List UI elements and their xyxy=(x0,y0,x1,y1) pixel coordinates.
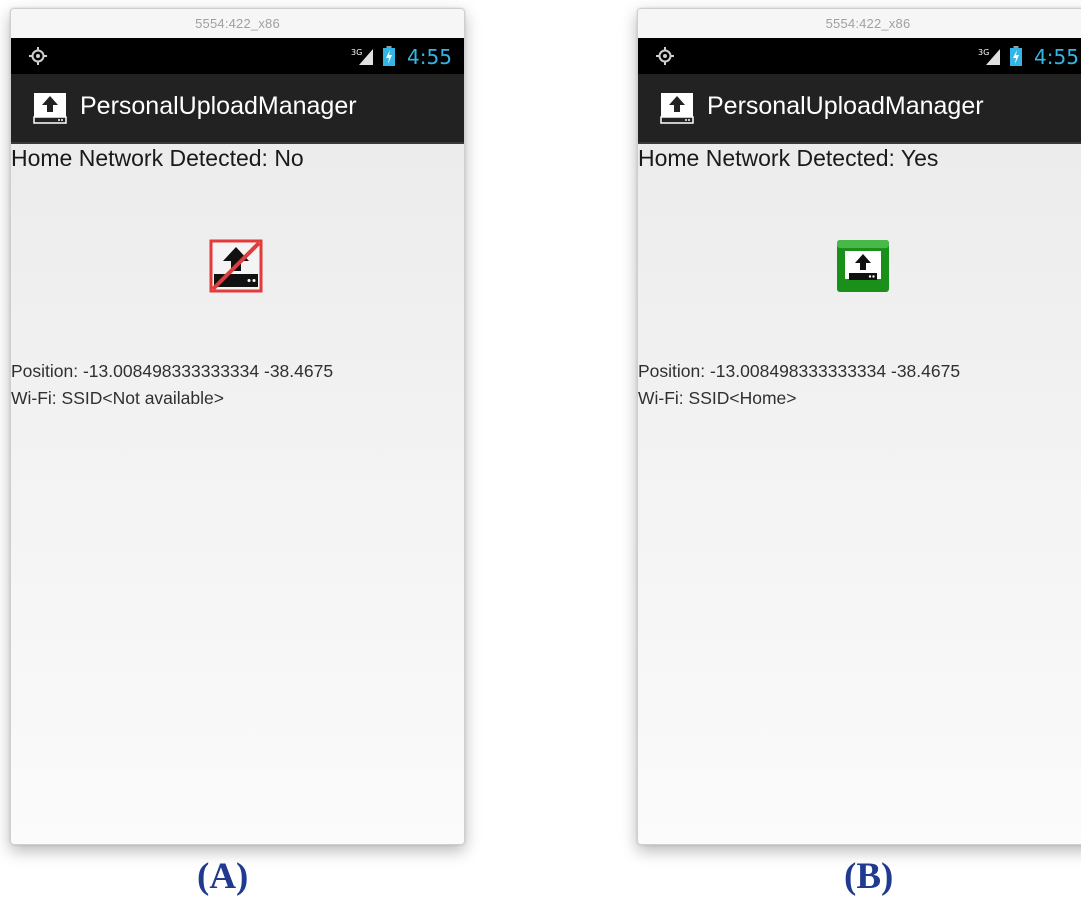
action-bar: PersonalUploadManager xyxy=(638,74,1081,144)
app-upload-icon[interactable] xyxy=(660,90,696,124)
battery-icon xyxy=(383,46,395,66)
network-type-label: 3G xyxy=(351,48,362,57)
location-info: Position: -13.008498333333334 -38.4675 W… xyxy=(11,358,333,412)
wifi-ssid-readout: Wi-Fi: SSID<Home> xyxy=(638,388,797,408)
battery-icon xyxy=(1010,46,1022,66)
emulator-window-b: 5554:422_x86 3G 4:55 PersonalUploadManag… xyxy=(637,8,1081,845)
app-title: PersonalUploadManager xyxy=(80,92,357,120)
cell-signal-icon: 3G xyxy=(351,48,373,65)
upload-disabled-icon xyxy=(209,239,263,293)
emulator-title: 5554:422_x86 xyxy=(11,9,464,38)
status-bar: 3G 4:55 xyxy=(11,38,464,74)
panel-label-b: (B) xyxy=(844,856,894,897)
location-info: Position: -13.008498333333334 -38.4675 W… xyxy=(638,358,960,412)
action-bar: PersonalUploadManager xyxy=(11,74,464,144)
emulator-window-a: 5554:422_x86 3G 4:55 PersonalUploadManag… xyxy=(10,8,465,845)
position-readout: Position: -13.008498333333334 -38.4675 xyxy=(638,361,961,381)
clock: 4:55 xyxy=(1034,45,1079,69)
upload-enabled-icon xyxy=(837,240,889,292)
gps-icon xyxy=(29,47,47,65)
gps-icon xyxy=(656,47,674,65)
position-readout: Position: -13.008498333333334 -38.4675 xyxy=(11,361,334,381)
network-type-label: 3G xyxy=(978,48,989,57)
panel-label-a: (A) xyxy=(197,856,249,897)
wifi-ssid-readout: Wi-Fi: SSID<Not available> xyxy=(11,388,224,408)
home-network-status: Home Network Detected: No xyxy=(11,145,304,171)
status-bar: 3G 4:55 xyxy=(638,38,1081,74)
clock: 4:55 xyxy=(407,45,452,69)
cell-signal-icon: 3G xyxy=(978,48,1000,65)
app-title: PersonalUploadManager xyxy=(707,92,984,120)
app-upload-icon[interactable] xyxy=(33,90,69,124)
home-network-status: Home Network Detected: Yes xyxy=(638,145,939,171)
emulator-title: 5554:422_x86 xyxy=(638,9,1081,38)
